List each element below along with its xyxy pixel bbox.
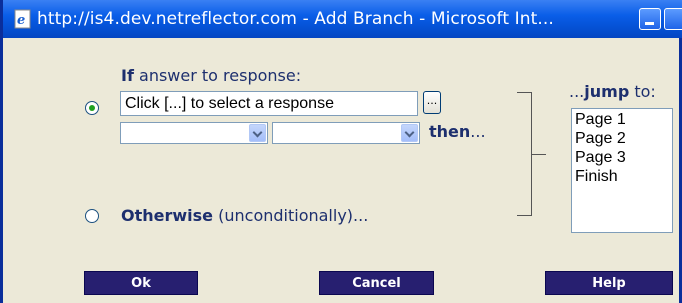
minimize-button[interactable] [639, 8, 661, 30]
jump-to-label: ...jump to: [569, 82, 656, 101]
bracket-divider [531, 154, 546, 155]
chevron-down-icon[interactable] [401, 124, 418, 142]
list-item[interactable]: Page 3 [575, 148, 669, 167]
otherwise-label: Otherwise (unconditionally)... [121, 206, 369, 225]
title-bar[interactable]: e http://is4.dev.netreflector.com - Add … [3, 0, 682, 38]
list-item[interactable]: Page 2 [575, 129, 669, 148]
if-answer-label: If answer to response: [121, 66, 302, 85]
operator-select[interactable] [120, 122, 268, 144]
ie-page-icon: e [14, 9, 31, 29]
ok-button[interactable]: Ok [84, 271, 198, 295]
add-branch-window: e http://is4.dev.netreflector.com - Add … [0, 0, 682, 303]
maximize-button[interactable] [664, 8, 682, 30]
otherwise-radio[interactable] [85, 209, 99, 223]
bracket-divider [517, 215, 532, 216]
window-title: http://is4.dev.netreflector.com - Add Br… [37, 9, 554, 29]
bracket-divider [517, 92, 532, 93]
dialog-content: If answer to response: Click [...] to se… [3, 38, 682, 303]
help-button[interactable]: Help [545, 271, 673, 295]
chevron-down-icon[interactable] [249, 124, 266, 142]
svg-text:e: e [17, 13, 25, 28]
jump-target-listbox[interactable]: Page 1 Page 2 Page 3 Finish [571, 108, 673, 233]
if-answer-radio[interactable] [85, 101, 99, 115]
then-label: then... [429, 122, 486, 141]
cancel-button[interactable]: Cancel [319, 271, 434, 295]
list-item[interactable]: Page 1 [575, 110, 669, 129]
response-input[interactable]: Click [...] to select a response [120, 91, 418, 116]
browse-response-button[interactable]: ... [423, 91, 441, 114]
list-item[interactable]: Finish [575, 167, 669, 186]
value-select[interactable] [272, 122, 420, 144]
